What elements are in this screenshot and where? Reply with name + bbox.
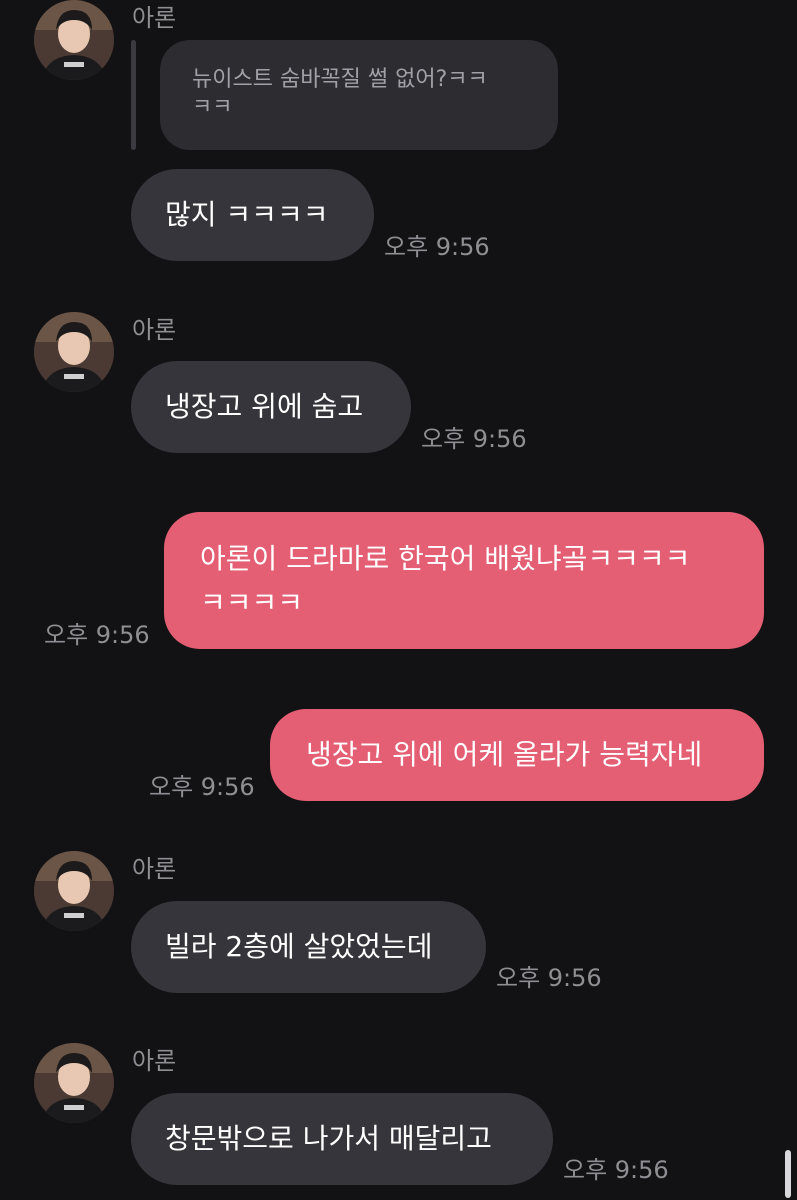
- scrollbar[interactable]: [785, 1150, 791, 1198]
- quote-bar: [131, 40, 136, 150]
- profile-photo-icon: [34, 1043, 114, 1123]
- profile-photo-icon: [34, 0, 114, 80]
- avatar[interactable]: [34, 1043, 114, 1123]
- message-text-line: ㅋㅋㅋㅋ: [200, 585, 304, 619]
- avatar[interactable]: [34, 851, 114, 931]
- sender-name: 아론: [132, 855, 177, 883]
- message-time: 오후 9:56: [384, 233, 490, 261]
- message-time: 오후 9:56: [563, 1156, 669, 1184]
- message-time: 오후 9:56: [421, 425, 527, 453]
- profile-photo-icon: [34, 312, 114, 392]
- message-bubble[interactable]: 창문밖으로 나가서 매달리고: [131, 1093, 553, 1185]
- message-time: 오후 9:56: [44, 621, 150, 649]
- message-bubble[interactable]: 냉장고 위에 어케 올라가 능력자네: [270, 709, 764, 801]
- message-bubble[interactable]: 아론이 드라마로 한국어 배웠냐곸ㅋㅋㅋㅋ ㅋㅋㅋㅋ: [164, 512, 764, 649]
- message-text-line: 아론이 드라마로 한국어 배웠냐곸ㅋㅋㅋㅋ: [200, 541, 691, 575]
- message-text: 많지 ㅋㅋㅋㅋ: [165, 198, 329, 231]
- message-text: 냉장고 위에 숨고: [165, 390, 364, 423]
- sender-name: 아론: [132, 1047, 177, 1075]
- quoted-message[interactable]: 뉴이스트 숨바꼭질 썰 없어?ㅋㅋ ㅋㅋ: [160, 40, 558, 150]
- message-time: 오후 9:56: [496, 964, 602, 992]
- avatar[interactable]: [34, 0, 114, 80]
- profile-photo-icon: [34, 851, 114, 931]
- quoted-message-text: 뉴이스트 숨바꼭질 썰 없어?ㅋㅋ ㅋㅋ: [192, 67, 488, 120]
- sender-name: 아론: [132, 316, 177, 344]
- avatar[interactable]: [34, 312, 114, 392]
- message-bubble[interactable]: 많지 ㅋㅋㅋㅋ: [131, 169, 374, 261]
- message-bubble[interactable]: 빌라 2층에 살았었는데: [131, 901, 486, 993]
- message-text: 빌라 2층에 살았었는데: [165, 930, 433, 963]
- message-text: 창문밖으로 나가서 매달리고: [165, 1122, 492, 1155]
- message-text: 아론이 드라마로 한국어 배웠냐곸ㅋㅋㅋㅋ ㅋㅋㅋㅋ: [200, 537, 690, 625]
- message-bubble[interactable]: 냉장고 위에 숨고: [131, 361, 411, 453]
- sender-name: 아론: [132, 4, 177, 32]
- message-time: 오후 9:56: [149, 773, 255, 801]
- message-text: 냉장고 위에 어케 올라가 능력자네: [306, 738, 703, 771]
